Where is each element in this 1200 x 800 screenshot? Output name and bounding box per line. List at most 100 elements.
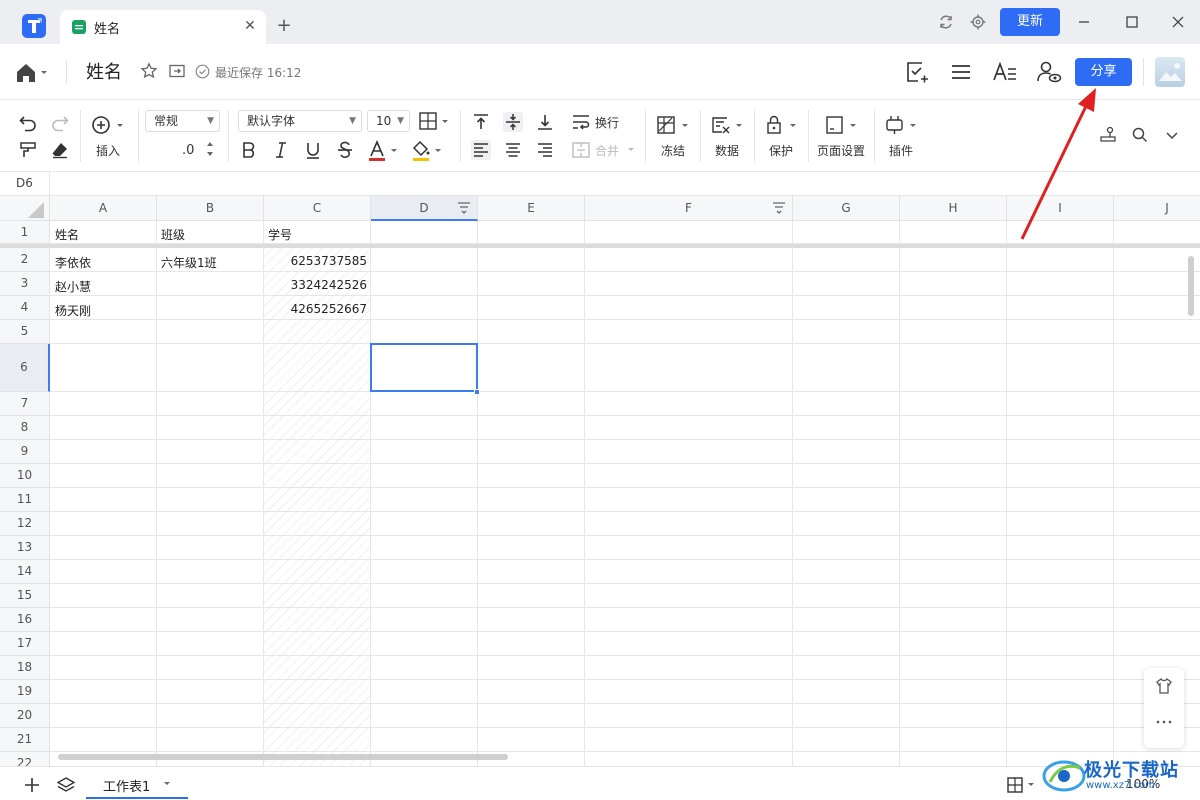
filter-icon[interactable]: [772, 202, 786, 214]
row-header-16[interactable]: 16: [0, 608, 50, 632]
font-family-select[interactable]: 默认字体 ▼: [238, 110, 362, 132]
column-header-c[interactable]: C: [264, 196, 371, 221]
update-button[interactable]: 更新: [1000, 8, 1060, 36]
add-sheet-icon[interactable]: [22, 775, 42, 795]
row-header-2[interactable]: 2: [0, 248, 50, 272]
column-header-a[interactable]: A: [50, 196, 157, 221]
fill-handle[interactable]: [474, 389, 480, 395]
align-right-icon[interactable]: [535, 140, 555, 160]
document-title[interactable]: 姓名: [86, 58, 122, 84]
horizontal-scrollbar[interactable]: [58, 754, 508, 760]
row-header-8[interactable]: 8: [0, 416, 50, 440]
minimize-window-icon[interactable]: [1068, 12, 1100, 32]
border-button[interactable]: [418, 110, 452, 132]
add-task-icon[interactable]: [904, 59, 930, 85]
freeze-button[interactable]: [656, 114, 692, 136]
insert-button[interactable]: [90, 114, 130, 136]
row-header-13[interactable]: 13: [0, 536, 50, 560]
row-header-17[interactable]: 17: [0, 632, 50, 656]
eraser-icon[interactable]: [50, 140, 70, 160]
app-logo-icon[interactable]: [22, 14, 46, 38]
italic-icon[interactable]: [271, 140, 291, 160]
close-window-icon[interactable]: [1162, 12, 1194, 32]
move-to-folder-icon[interactable]: [168, 62, 186, 80]
cell-a1[interactable]: 姓名: [55, 226, 79, 243]
column-header-g[interactable]: G: [793, 196, 900, 221]
redo-icon[interactable]: [50, 112, 70, 132]
align-top-icon[interactable]: [471, 112, 491, 132]
column-header-b[interactable]: B: [157, 196, 264, 221]
frozen-row-divider[interactable]: [0, 244, 1200, 248]
new-tab-button[interactable]: +: [274, 16, 294, 36]
column-header-e[interactable]: E: [478, 196, 585, 221]
selected-cell-d6[interactable]: [370, 343, 478, 392]
sync-icon[interactable]: [936, 12, 956, 32]
row-header-15[interactable]: 15: [0, 584, 50, 608]
column-header-h[interactable]: H: [900, 196, 1007, 221]
tab-close-icon[interactable]: ✕: [240, 16, 260, 36]
row-header-4[interactable]: 4: [0, 296, 50, 320]
row-header-9[interactable]: 9: [0, 440, 50, 464]
row-header-1[interactable]: 1: [0, 221, 50, 244]
decimal-stepper-icon[interactable]: [204, 138, 216, 160]
number-format-select[interactable]: 常规 ▼: [145, 110, 220, 132]
cell-b1[interactable]: 班级: [161, 226, 185, 243]
merge-cells-button[interactable]: 合并: [571, 140, 637, 160]
document-tab[interactable]: 姓名 ✕: [60, 10, 266, 44]
align-left-icon[interactable]: [471, 140, 491, 160]
row-header-21[interactable]: 21: [0, 728, 50, 752]
plugin-button[interactable]: [884, 114, 920, 136]
row-header-3[interactable]: 3: [0, 272, 50, 296]
row-header-6[interactable]: 6: [0, 344, 50, 392]
row-header-22[interactable]: 22: [0, 752, 50, 766]
filter-icon[interactable]: [457, 202, 471, 214]
strikethrough-icon[interactable]: [335, 140, 355, 160]
cell-name-box[interactable]: D6: [0, 172, 50, 196]
undo-icon[interactable]: [18, 112, 38, 132]
row-header-7[interactable]: 7: [0, 392, 50, 416]
maximize-window-icon[interactable]: [1116, 12, 1148, 32]
share-button[interactable]: 分享: [1075, 58, 1132, 86]
star-icon[interactable]: [140, 62, 158, 80]
cell-a2[interactable]: 李依依: [55, 254, 91, 271]
font-size-select[interactable]: 10 ▼: [367, 110, 410, 132]
cell-a4[interactable]: 杨天刚: [55, 302, 91, 319]
search-icon[interactable]: [1130, 125, 1150, 145]
settings-gear-icon[interactable]: [968, 12, 988, 32]
vertical-scrollbar[interactable]: [1188, 256, 1194, 316]
column-header-f[interactable]: F: [585, 196, 793, 221]
spreadsheet-grid[interactable]: A B C D E F G H I J 1 2 3 4 5 6 7 8 9 10…: [0, 196, 1200, 766]
cell-c2[interactable]: 6253737585: [264, 254, 367, 268]
row-header-5[interactable]: 5: [0, 320, 50, 344]
font-color-button[interactable]: [367, 139, 401, 162]
fill-color-button[interactable]: [411, 140, 445, 162]
home-button[interactable]: [14, 62, 54, 84]
column-header-j[interactable]: J: [1114, 196, 1200, 221]
data-button[interactable]: [710, 114, 746, 136]
protect-button[interactable]: [764, 114, 800, 136]
row-header-20[interactable]: 20: [0, 704, 50, 728]
bold-icon[interactable]: [239, 140, 259, 160]
row-header-18[interactable]: 18: [0, 656, 50, 680]
row-header-12[interactable]: 12: [0, 512, 50, 536]
cell-c4[interactable]: 4265252667: [264, 302, 367, 316]
cell-a3[interactable]: 赵小慧: [55, 278, 91, 295]
page-setup-button[interactable]: [824, 114, 860, 136]
sheet-tab-menu-icon[interactable]: [163, 780, 171, 788]
column-header-d[interactable]: D: [371, 196, 478, 221]
wrap-text-button[interactable]: 换行: [571, 112, 631, 132]
more-options-icon[interactable]: [1154, 712, 1174, 732]
format-painter-icon[interactable]: [18, 140, 38, 160]
row-header-14[interactable]: 14: [0, 560, 50, 584]
cell-b2[interactable]: 六年级1班: [161, 254, 217, 271]
align-middle-icon[interactable]: [503, 112, 523, 132]
sheet-tab-active[interactable]: 工作表1: [86, 769, 188, 799]
sheet-list-layers-icon[interactable]: [56, 775, 76, 795]
avatar[interactable]: [1155, 57, 1185, 87]
view-mode-icon[interactable]: [1006, 775, 1038, 795]
cell-c3[interactable]: 3324242526: [264, 278, 367, 292]
collapse-ribbon-icon[interactable]: [1162, 125, 1182, 145]
select-all-corner[interactable]: [0, 196, 50, 221]
text-format-icon[interactable]: [992, 59, 1018, 85]
row-header-10[interactable]: 10: [0, 464, 50, 488]
